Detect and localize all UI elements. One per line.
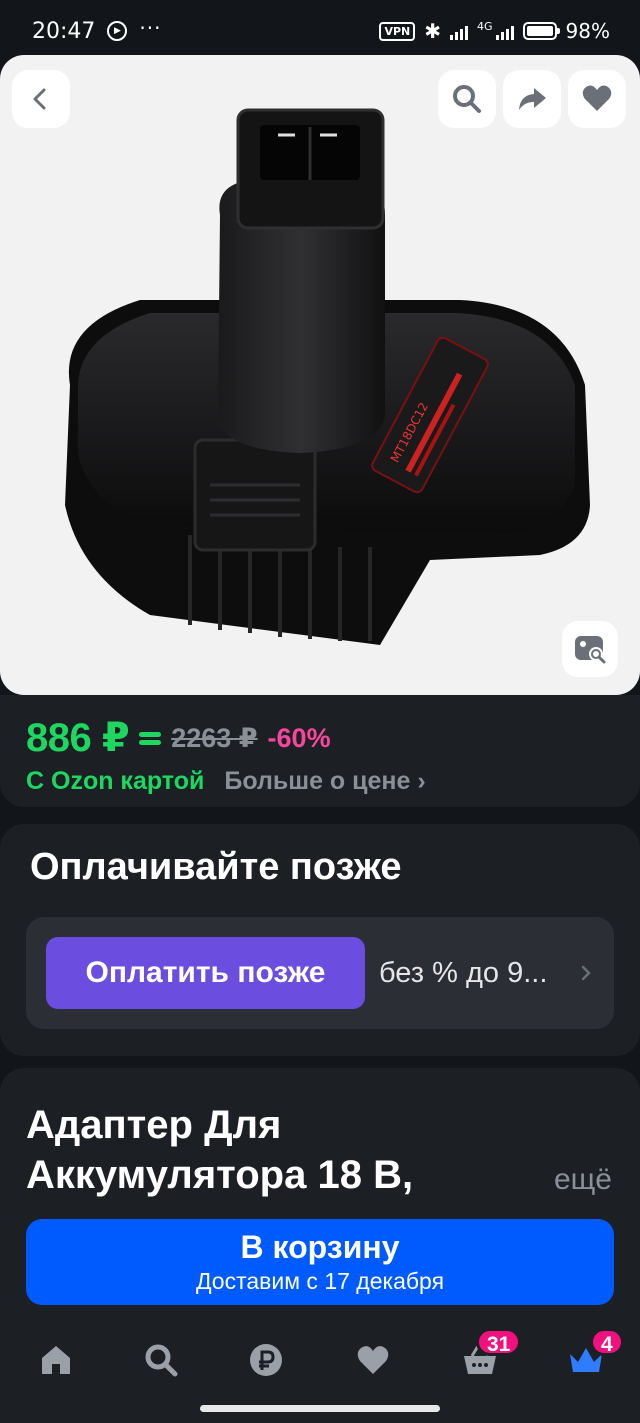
product-image: MT18DC12 — [65, 108, 590, 645]
product-gallery[interactable]: MT18DC12 — [0, 55, 640, 695]
home-indicator[interactable] — [200, 1405, 440, 1412]
battery-level: 98% — [565, 19, 610, 43]
search-icon — [453, 85, 481, 113]
ozon-card-label: С Ozon картой — [26, 767, 205, 795]
pay-later-note: без % до 9... — [379, 956, 548, 989]
cart-badge: 31 — [476, 1328, 522, 1356]
visual-search-button[interactable] — [562, 621, 618, 677]
pay-later-button[interactable]: Оплатить позже — [46, 937, 365, 1009]
product-title: Адаптер Для Аккумулятора 18 В, — [26, 1103, 414, 1197]
ruble-icon — [250, 1344, 282, 1376]
pay-later-row[interactable]: Оплатить позже без % до 9... — [26, 917, 614, 1029]
network-type: 4G — [477, 19, 493, 33]
search-icon — [145, 1344, 178, 1377]
status-time: 20:47 — [32, 18, 96, 44]
heart-icon — [582, 85, 612, 111]
nav-favorites[interactable] — [343, 1336, 403, 1384]
current-price: 886 ₽ — [26, 716, 130, 760]
favorite-button[interactable] — [568, 70, 626, 128]
price-details-link[interactable]: Больше о цене › — [224, 767, 425, 796]
media-icon: ▶ — [107, 21, 128, 41]
profile-badge: 4 — [590, 1328, 624, 1356]
nav-home[interactable] — [26, 1336, 86, 1384]
add-to-cart-label: В корзину — [240, 1229, 400, 1265]
pay-later-block: Оплачивайте позже Оплатить позже без % д… — [0, 824, 640, 1056]
share-button[interactable] — [503, 70, 561, 128]
share-icon — [519, 88, 546, 110]
nav-finance[interactable] — [236, 1336, 296, 1384]
delivery-date: Доставим с 17 декабря — [195, 1268, 445, 1294]
title-more-link[interactable]: ещё — [554, 1163, 612, 1197]
chevron-right-icon — [581, 965, 591, 981]
product-info-block: Адаптер Для Аккумулятора 18 В, ещё В кор… — [0, 1068, 640, 1338]
bottom-navigation: 31 4 — [0, 1316, 640, 1423]
back-button[interactable] — [12, 70, 70, 128]
search-button[interactable] — [438, 70, 496, 128]
battery-icon — [522, 22, 560, 40]
nav-search[interactable] — [131, 1336, 191, 1384]
price-block: 886 ₽ 2263 ₽ -60% С Ozon картой Больше о… — [0, 695, 640, 807]
signal-icon-2 — [495, 22, 514, 40]
vpn-icon: VPN — [379, 21, 416, 41]
pay-later-title: Оплачивайте позже — [30, 846, 402, 888]
image-search-icon — [575, 636, 606, 664]
nav-profile[interactable]: 4 — [556, 1328, 624, 1384]
bluetooth-icon: ✱ — [424, 19, 442, 43]
signal-icon-1 — [450, 22, 469, 40]
add-to-cart-button[interactable]: В корзину Доставим с 17 декабря — [26, 1219, 614, 1305]
more-dots-icon: ··· — [139, 16, 162, 40]
chevron-left-icon — [33, 88, 46, 110]
status-bar: 20:47 ▶ ··· VPN ✱ 4G 98% — [0, 0, 640, 62]
ozon-card-equals-icon — [139, 730, 162, 746]
discount-badge: -60% — [267, 722, 331, 753]
heart-icon — [357, 1346, 389, 1374]
nav-cart[interactable]: 31 — [450, 1328, 522, 1384]
old-price: 2263 ₽ — [171, 722, 258, 753]
home-icon — [42, 1346, 70, 1374]
